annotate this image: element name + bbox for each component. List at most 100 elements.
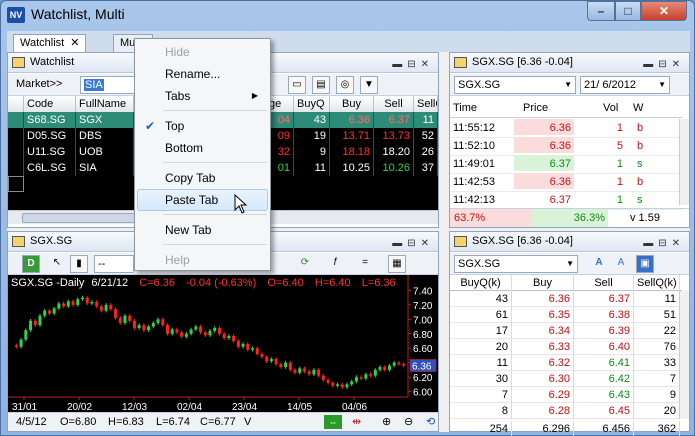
price-chart[interactable]: 7.407.207.006.806.606.406.206.006.3631/0… <box>8 275 438 413</box>
row-indicator[interactable] <box>8 144 24 160</box>
col-header[interactable]: Sell <box>574 275 634 291</box>
zoom-out-icon[interactable]: ⊖ <box>404 413 413 431</box>
row-indicator[interactable] <box>8 160 24 176</box>
font-decrease-icon[interactable]: A <box>612 255 630 273</box>
date-picker[interactable]: 21/ 6/2012 ▼ <box>580 76 670 94</box>
tab-watchlist[interactable]: Watchlist ✕ <box>13 34 87 52</box>
col-header[interactable]: SellQ <box>414 96 438 112</box>
vertical-scrollbar[interactable] <box>679 291 689 419</box>
menu-label: Rename... <box>165 67 221 81</box>
save-icon[interactable]: ▣ <box>636 255 654 273</box>
col-header[interactable]: SellQ(k) <box>634 275 680 291</box>
col-header[interactable]: W <box>630 99 654 115</box>
candle-body <box>43 310 47 316</box>
col-header[interactable]: BuyQ(k) <box>450 275 512 291</box>
panel-title: SGX.SG [6.36 -0.04] <box>472 56 573 68</box>
depth-row[interactable]: 17 6.34 6.39 22 <box>450 323 682 339</box>
menu-item-help[interactable]: Help <box>137 249 268 271</box>
candle-body <box>199 326 203 333</box>
depth-row[interactable]: 43 6.36 6.37 11 <box>450 291 682 307</box>
candle-body <box>232 335 236 341</box>
table-icon[interactable]: ▤ <box>312 76 330 94</box>
scroll-chart-icon[interactable]: ⇔ <box>324 415 342 429</box>
panel-buttons[interactable]: ▬⊟✕ <box>392 55 434 74</box>
menu-item-new-tab[interactable]: New Tab <box>137 219 268 241</box>
depth-row[interactable]: 11 6.32 6.41 33 <box>450 355 682 371</box>
col-header[interactable]: Sell <box>374 96 414 112</box>
candle-body <box>203 332 207 336</box>
depth-icon <box>454 236 467 247</box>
candle-body <box>269 359 273 362</box>
maximize-button[interactable]: □ <box>615 1 641 21</box>
candle-body <box>161 319 165 326</box>
col-header[interactable]: BuyQ <box>294 96 330 112</box>
trade-row[interactable]: 11:49:01 6.37 1 s <box>450 155 682 174</box>
candle-body <box>251 348 255 350</box>
candle-body <box>52 308 56 314</box>
close-button[interactable]: ✕ <box>641 1 687 21</box>
trade-volume: 1 <box>616 158 623 170</box>
panel-buttons[interactable]: ▬⊟✕ <box>392 234 434 253</box>
indicator-select[interactable]: -- Selec <box>94 255 134 273</box>
symbol-select[interactable]: SGX.SG ▼ <box>454 255 578 273</box>
app-window: NV Watchlist, Multi – □ ✕ Watchlist ✕ Mul… <box>0 0 695 436</box>
title-bar[interactable]: NV Watchlist, Multi – □ ✕ <box>1 1 694 29</box>
candle-type-icon[interactable]: ▮ <box>70 255 88 273</box>
indicator-select-value: -- Selec <box>98 258 106 270</box>
col-header[interactable]: Buy <box>330 96 374 112</box>
col-header[interactable]: Time <box>450 99 510 115</box>
menu-item-copy-tab[interactable]: Copy Tab <box>137 167 268 189</box>
font-increase-icon[interactable]: A <box>590 255 608 273</box>
menu-item-tabs[interactable]: Tabs ▶ <box>137 85 268 107</box>
tab-strip: Watchlist ✕ Multi <box>7 31 690 52</box>
zoom-in-icon[interactable]: ⊕ <box>382 413 391 431</box>
row-indicator[interactable] <box>8 112 24 128</box>
menu-item-top[interactable]: ✔ Top <box>137 115 268 137</box>
scroll-thumb[interactable] <box>22 213 142 223</box>
table-cell: SGX <box>76 112 134 128</box>
trade-row[interactable]: 11:52:10 6.36 5 b <box>450 137 682 156</box>
trade-row[interactable]: 11:42:53 6.36 1 b <box>450 173 682 192</box>
col-header[interactable]: Vol <box>600 99 630 115</box>
menu-item-bottom[interactable]: Bottom <box>137 137 268 159</box>
depth-row[interactable]: 61 6.35 6.38 51 <box>450 307 682 323</box>
depth-row[interactable]: 30 6.30 6.42 7 <box>450 371 682 387</box>
row-indicator[interactable] <box>8 128 24 144</box>
candle-body <box>222 333 226 339</box>
table-cell: 37 <box>414 160 438 176</box>
row-indicator[interactable] <box>8 176 24 192</box>
col-header[interactable]: FullName <box>76 96 134 112</box>
menu-item-hide[interactable]: Hide <box>137 41 268 63</box>
layout-icon[interactable]: ▭ <box>288 76 306 94</box>
refresh-icon[interactable]: ⟳ <box>296 255 314 273</box>
menu-item-rename[interactable]: Rename... <box>137 63 268 85</box>
col-header[interactable]: Code <box>24 96 76 112</box>
col-header[interactable]: Price <box>520 99 556 115</box>
daily-period-button[interactable]: D <box>22 255 40 273</box>
table-cell: S68.SG <box>24 112 76 128</box>
symbol-select[interactable]: SGX.SG ▼ <box>454 76 576 94</box>
trade-row[interactable]: 11:55:12 6.36 1 b <box>450 119 682 138</box>
chevron-down-icon: ▼ <box>658 80 666 89</box>
target-icon[interactable]: ◎ <box>336 76 354 94</box>
col-header[interactable]: Buy <box>512 275 574 291</box>
symbol-value: SGX.SG <box>458 79 501 91</box>
depth-cell: 6.43 <box>574 387 634 403</box>
function-icon[interactable]: f <box>326 255 344 273</box>
settings-icon[interactable]: ▦ <box>388 255 406 273</box>
menu-item-paste-tab[interactable]: Paste Tab <box>137 189 268 211</box>
panel-buttons[interactable]: ▬⊟✕ <box>643 55 685 74</box>
depth-row[interactable]: 20 6.33 6.40 76 <box>450 339 682 355</box>
vertical-scrollbar[interactable] <box>679 119 689 205</box>
formula-icon[interactable]: = <box>356 255 374 273</box>
filter-icon[interactable]: ▼ <box>360 76 378 94</box>
close-tab-icon[interactable]: ✕ <box>70 37 79 49</box>
market-input[interactable]: SIA <box>80 76 140 94</box>
pointer-icon[interactable]: ↖ <box>48 255 66 273</box>
depth-row[interactable]: 8 6.28 6.45 20 <box>450 403 682 419</box>
panel-buttons[interactable]: ▬⊟✕ <box>643 234 685 253</box>
minimize-button[interactable]: – <box>587 1 615 21</box>
depth-row[interactable]: 7 6.29 6.43 9 <box>450 387 682 403</box>
compress-icon[interactable]: ⇹ <box>352 413 361 431</box>
reset-zoom-icon[interactable]: ⟲ <box>426 413 435 431</box>
